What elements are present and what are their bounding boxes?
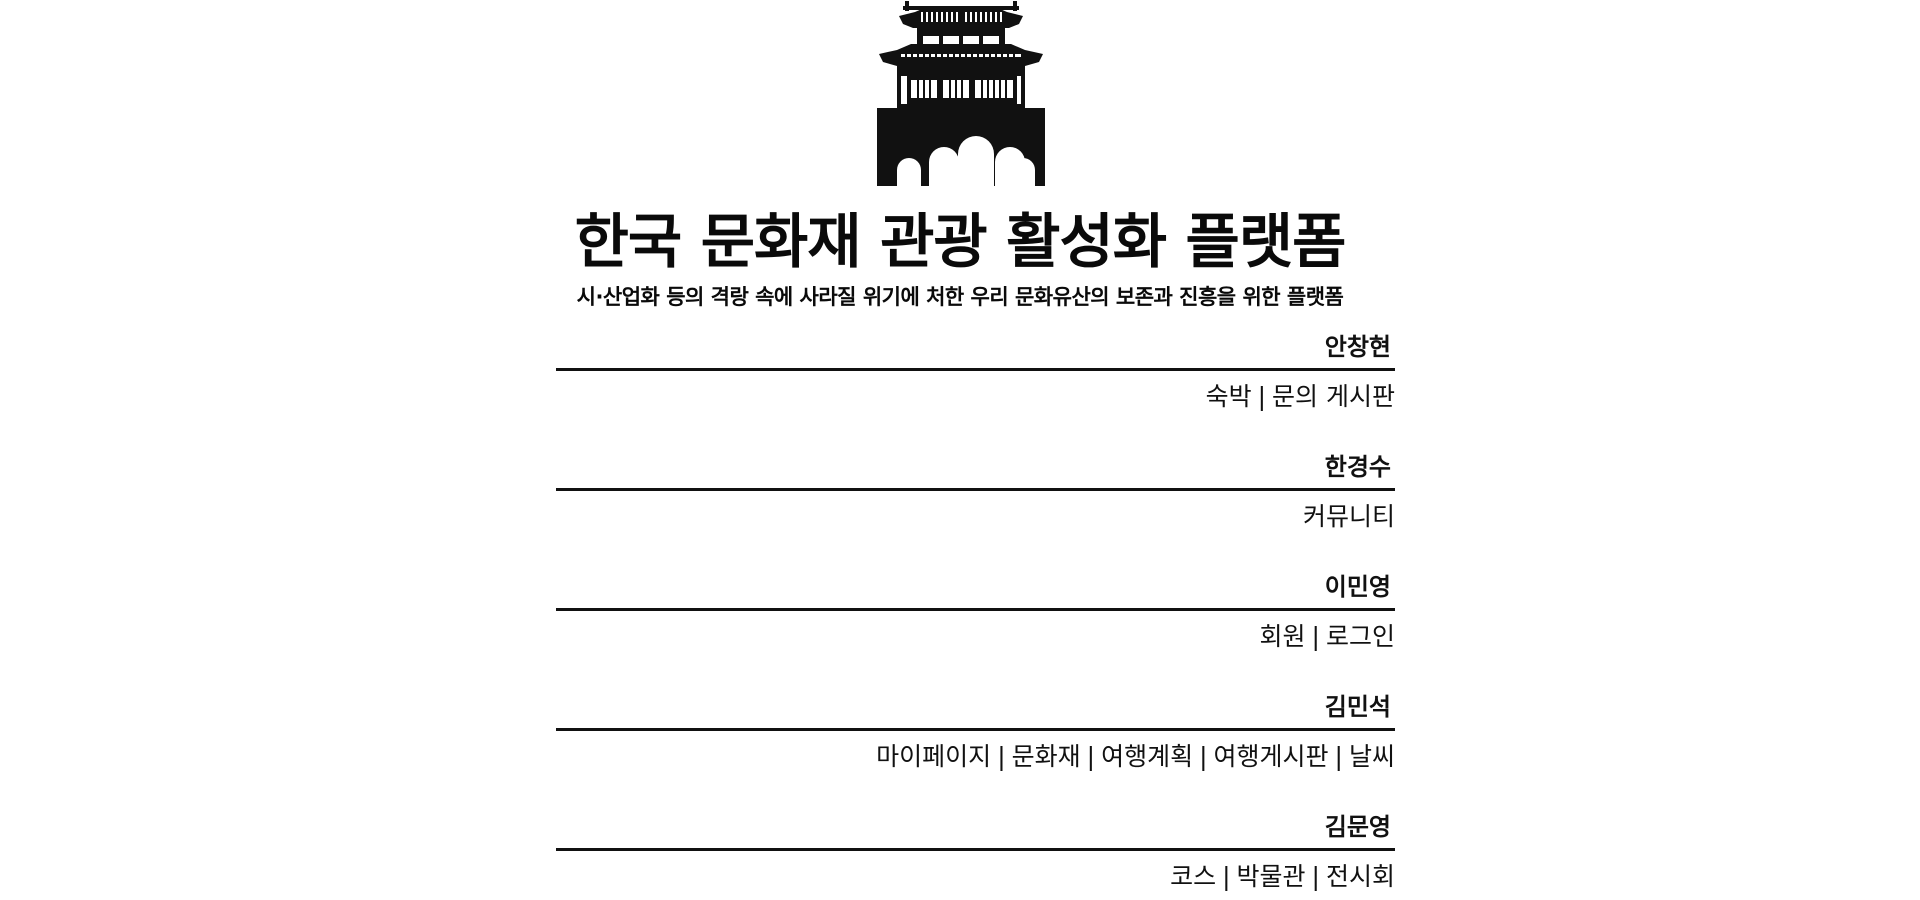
menu-link[interactable]: 여행게시판	[1214, 742, 1329, 771]
menu-link[interactable]: 마이페이지	[876, 742, 991, 771]
member-section: 한경수커뮤니티	[556, 447, 1395, 567]
menu-link[interactable]: 박물관	[1237, 862, 1306, 891]
member-section: 김민석 마이페이지 | 문화재 | 여행계획 | 여행게시판 | 날씨	[556, 687, 1395, 807]
link-separator: |	[1257, 382, 1267, 411]
page-subtitle: 시·산업화 등의 격랑 속에 사라질 위기에 처한 우리 문화유산의 보존과 진…	[576, 285, 1344, 309]
link-separator: |	[1086, 742, 1096, 771]
menu-links: 코스 | 박물관 | 전시회	[556, 851, 1395, 900]
menu-link[interactable]: 숙박	[1206, 382, 1252, 411]
menu-link[interactable]: 여행계획	[1101, 742, 1193, 771]
link-separator: |	[1334, 742, 1343, 771]
member-name: 한경수	[1324, 453, 1391, 481]
menu-link[interactable]: 로그인	[1326, 622, 1395, 651]
palace-gate-icon	[877, 1, 1045, 186]
menu-links: 커뮤니티	[556, 491, 1395, 543]
member-name: 김민석	[1324, 693, 1391, 721]
link-separator: |	[997, 742, 1006, 771]
menu-link[interactable]: 코스	[1170, 862, 1216, 891]
menu-link[interactable]: 날씨	[1349, 742, 1395, 771]
menu-links: 마이페이지 | 문화재 | 여행계획 | 여행게시판 | 날씨	[556, 731, 1395, 783]
link-separator: |	[1311, 862, 1320, 891]
menu-links: 회원 | 로그인	[556, 611, 1395, 663]
link-separator: |	[1222, 862, 1231, 891]
member-name: 이민영	[1324, 573, 1391, 601]
link-separator: |	[1199, 742, 1208, 771]
page-title: 한국 문화재 관광 활성화 플랫폼	[574, 207, 1347, 276]
menu-link[interactable]: 전시회	[1326, 862, 1395, 891]
member-name: 안창현	[1324, 333, 1391, 361]
menu-link[interactable]: 문의 게시판	[1272, 382, 1395, 411]
menu-link[interactable]: 회원	[1260, 622, 1306, 651]
member-name: 김문영	[1324, 813, 1391, 841]
link-separator: |	[1311, 622, 1320, 651]
member-section: 이민영회원 | 로그인	[556, 567, 1395, 687]
member-section: 안창현숙박 | 문의 게시판	[556, 327, 1395, 447]
menu-link[interactable]: 커뮤니티	[1303, 502, 1395, 531]
menu-link[interactable]: 문화재	[1012, 742, 1081, 771]
menu-links: 숙박 | 문의 게시판	[556, 371, 1395, 423]
member-section: 김문영 코스 | 박물관 | 전시회	[556, 807, 1395, 900]
team-sections: 안창현 숙박 | 문의 게시판 한경수 커뮤니티 이민영 회원 | 로그인 김민석 마이페이지 | 문화재…	[556, 327, 1395, 900]
